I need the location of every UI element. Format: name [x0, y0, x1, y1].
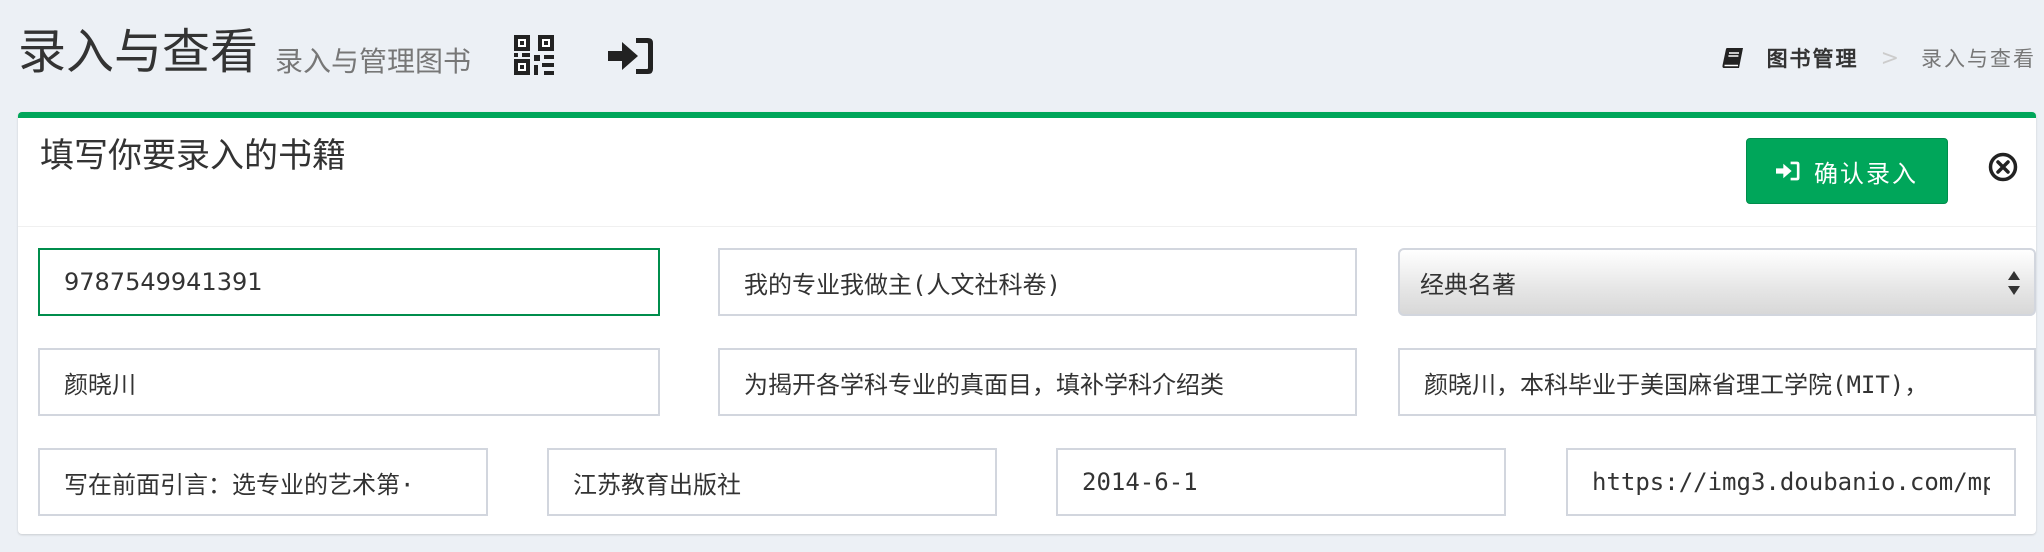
confirm-entry-label: 确认录入: [1814, 159, 1918, 188]
page-title: 录入与查看: [18, 24, 259, 80]
catalog-input[interactable]: [38, 448, 488, 516]
box-title: 填写你要录入的书籍: [40, 136, 346, 176]
box-header: 填写你要录入的书籍 确认录入: [18, 118, 2036, 227]
summary-input[interactable]: [718, 348, 1357, 416]
isbn-input[interactable]: [38, 248, 660, 316]
breadcrumb-separator: >: [1880, 45, 1899, 71]
author-intro-input[interactable]: [1398, 348, 2036, 416]
pub-date-input[interactable]: [1056, 448, 1506, 516]
breadcrumb-item-current: 录入与查看: [1921, 47, 2036, 71]
book-entry-box: 填写你要录入的书籍 确认录入 经典名著: [18, 112, 2036, 534]
author-input[interactable]: [38, 348, 660, 416]
book-icon: [1722, 48, 1743, 68]
category-selected-value: 经典名著: [1420, 270, 1516, 299]
select-arrows-icon: [2008, 271, 2020, 295]
category-select[interactable]: 经典名著: [1398, 248, 2036, 316]
qrcode-icon[interactable]: [514, 35, 554, 75]
publisher-input[interactable]: [547, 448, 997, 516]
breadcrumb-item-book-management[interactable]: 图书管理: [1767, 43, 1859, 73]
close-circle-icon[interactable]: [1988, 152, 2018, 182]
sign-in-icon: [1776, 161, 1800, 181]
page-subtitle: 录入与管理图书: [275, 45, 472, 78]
cover-url-input[interactable]: [1566, 448, 2016, 516]
breadcrumb: 图书管理 > 录入与查看: [1721, 38, 2036, 78]
confirm-entry-button[interactable]: 确认录入: [1746, 138, 1948, 204]
book-title-input[interactable]: [718, 248, 1357, 316]
page-header: 录入与查看 录入与管理图书 图书管理 > 录入与查看: [0, 0, 2044, 110]
sign-in-icon[interactable]: [608, 36, 654, 76]
